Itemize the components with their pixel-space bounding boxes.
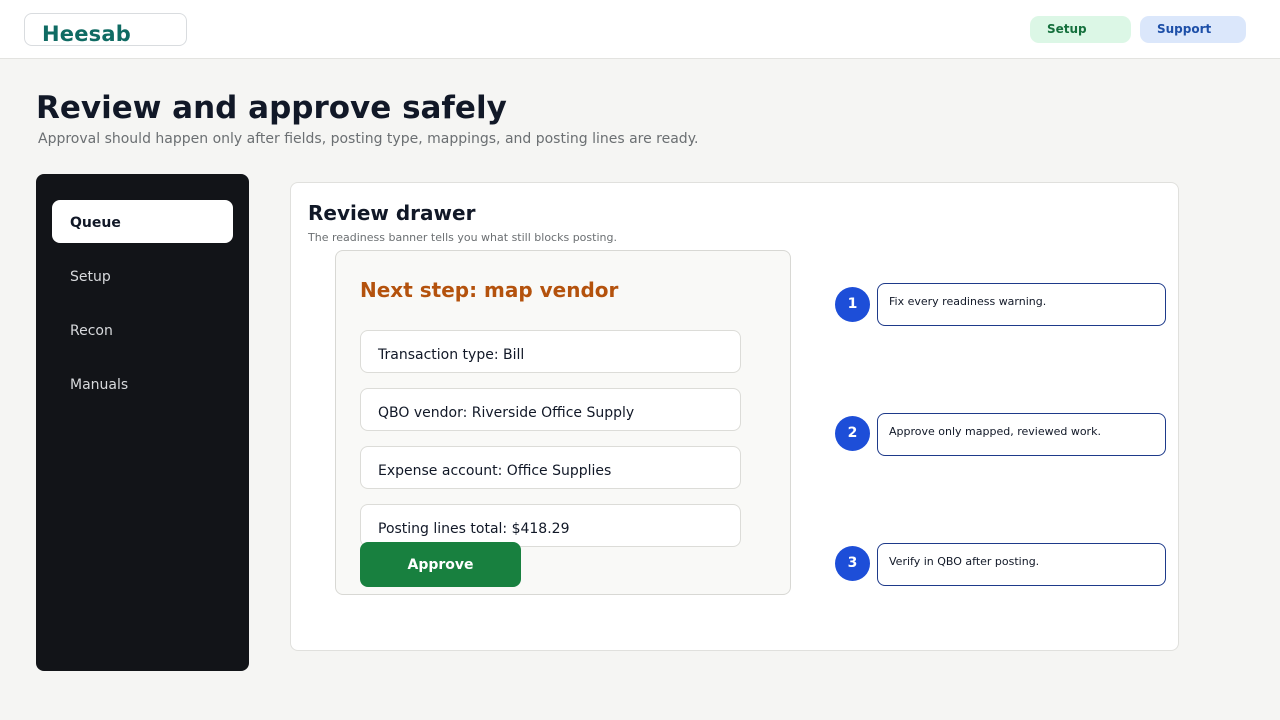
support-button[interactable]: Support — [1140, 16, 1246, 43]
sidebar-item-setup[interactable]: Setup — [52, 254, 233, 297]
page-title: Review and approve safely — [36, 90, 507, 126]
posting-lines-total-field[interactable]: Posting lines total: $418.29 — [360, 504, 741, 547]
step-1-text: Fix every readiness warning. — [877, 283, 1166, 326]
transaction-type-field[interactable]: Transaction type: Bill — [360, 330, 741, 373]
step-number-3: 3 — [835, 546, 870, 581]
step-2-text: Approve only mapped, reviewed work. — [877, 413, 1166, 456]
sidebar-item-recon[interactable]: Recon — [52, 308, 233, 351]
top-bar: Heesab Setup Support — [0, 0, 1280, 59]
review-drawer-title: Review drawer — [308, 201, 476, 225]
step-3-text: Verify in QBO after posting. — [877, 543, 1166, 586]
review-drawer-subtitle: The readiness banner tells you what stil… — [308, 231, 617, 244]
step-number-1: 1 — [835, 287, 870, 322]
brand-name: Heesab — [42, 22, 131, 46]
brand-logo[interactable]: Heesab — [24, 13, 187, 46]
approve-button[interactable]: Approve — [360, 542, 521, 587]
expense-account-field[interactable]: Expense account: Office Supplies — [360, 446, 741, 489]
sidebar: Queue Setup Recon Manuals — [36, 174, 249, 671]
sidebar-item-manuals[interactable]: Manuals — [52, 362, 233, 405]
readiness-banner: Next step: map vendor — [360, 278, 619, 302]
setup-button[interactable]: Setup — [1030, 16, 1131, 43]
sidebar-item-queue[interactable]: Queue — [52, 200, 233, 243]
step-number-2: 2 — [835, 416, 870, 451]
page-subtitle: Approval should happen only after fields… — [38, 131, 699, 147]
qbo-vendor-field[interactable]: QBO vendor: Riverside Office Supply — [360, 388, 741, 431]
